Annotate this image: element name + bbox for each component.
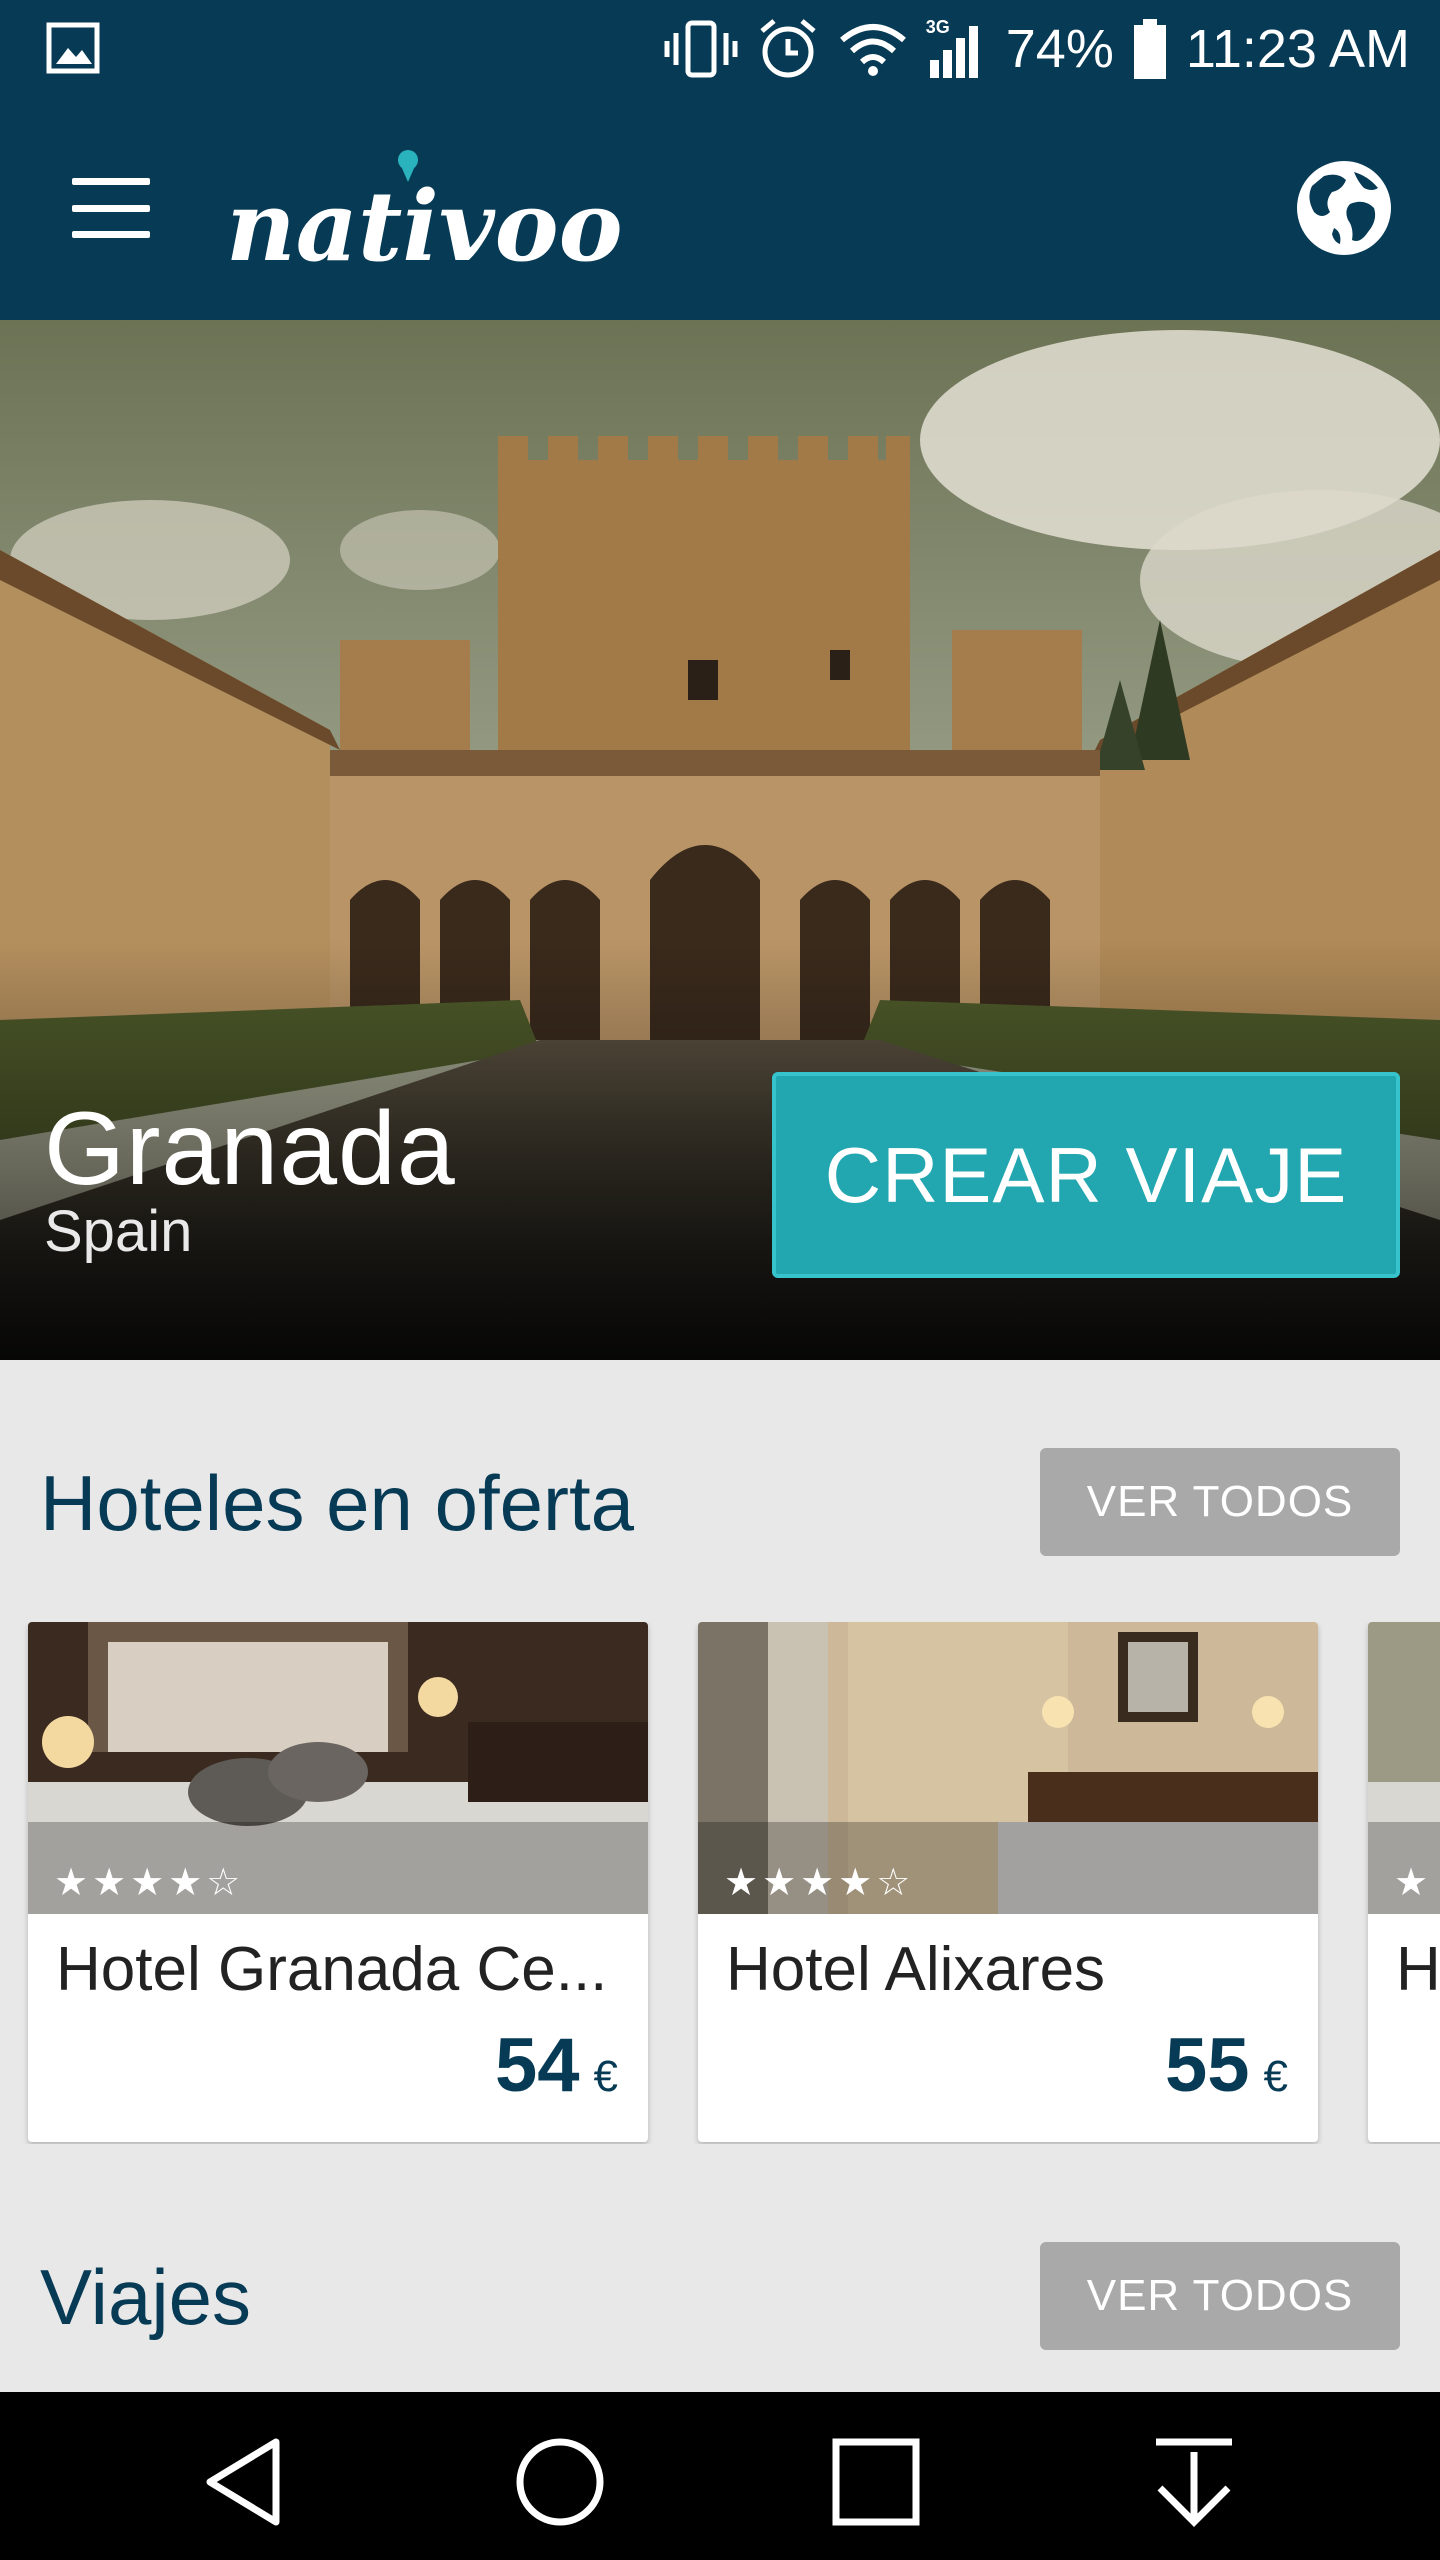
hotel-carousel[interactable]: ★★★★☆ Hotel Granada Ce... 54 € ★★★★☆ Hot… xyxy=(0,1622,1440,2144)
hotel-price: 55 € xyxy=(1165,2022,1288,2109)
price-currency: € xyxy=(1263,2052,1288,2101)
vibrate-icon xyxy=(664,17,738,81)
hotel-name: Hotel Alixares xyxy=(726,1935,1106,2004)
network-type-label: 3G xyxy=(925,17,950,37)
hotel-star-rating: ★ xyxy=(1394,1862,1433,1904)
hotel-star-rating: ★★★★☆ xyxy=(724,1862,915,1904)
trips-section-title: Viajes xyxy=(40,2253,252,2341)
signal-icon: 3G xyxy=(926,17,988,81)
wifi-icon xyxy=(838,17,908,81)
status-bar: 3G 74% 11:23 AM xyxy=(0,0,1440,96)
destination-city: Granada xyxy=(44,1091,456,1207)
see-all-hotels-button[interactable]: VER TODOS xyxy=(1040,1448,1400,1556)
menu-icon[interactable] xyxy=(72,178,150,238)
hotels-section-title: Hoteles en oferta xyxy=(40,1459,635,1547)
battery-percent: 74% xyxy=(1005,19,1114,79)
hotel-star-rating: ★★★★☆ xyxy=(54,1862,245,1904)
app-screen: 3G 74% 11:23 AM nativoo Granada Spain CR… xyxy=(0,0,1440,2560)
hotel-card[interactable]: ★★★★☆ Hotel Granada Ce... 54 € xyxy=(28,1622,648,2142)
price-currency: € xyxy=(593,2052,618,2101)
battery-icon xyxy=(1132,17,1168,81)
hotel-card[interactable]: ★ H xyxy=(1368,1622,1440,2142)
clock: 11:23 AM xyxy=(1185,19,1410,79)
back-icon[interactable] xyxy=(196,2432,296,2532)
gallery-notification-icon xyxy=(46,22,100,74)
home-icon[interactable] xyxy=(510,2432,610,2532)
hotel-name: Hotel Granada Ce... xyxy=(56,1935,608,2004)
download-icon[interactable] xyxy=(1144,2432,1244,2532)
see-all-trips-button[interactable]: VER TODOS xyxy=(1040,2242,1400,2350)
create-trip-button[interactable]: CREAR VIAJE xyxy=(772,1072,1400,1278)
price-amount: 54 xyxy=(494,2023,580,2108)
globe-icon[interactable] xyxy=(1294,158,1394,258)
logo-text: nativoo xyxy=(226,170,622,282)
app-bar: nativoo xyxy=(0,96,1440,320)
system-nav-bar xyxy=(0,2392,1440,2560)
nativoo-logo: nativoo xyxy=(222,142,623,283)
hotel-price: 54 € xyxy=(495,2022,618,2109)
recents-icon[interactable] xyxy=(826,2432,926,2532)
hotel-name: H xyxy=(1396,1935,1440,2004)
hotel-card[interactable]: ★★★★☆ Hotel Alixares 55 € xyxy=(698,1622,1318,2142)
destination-country: Spain xyxy=(44,1199,193,1264)
alarm-icon xyxy=(756,17,820,81)
price-amount: 55 xyxy=(1164,2023,1250,2108)
